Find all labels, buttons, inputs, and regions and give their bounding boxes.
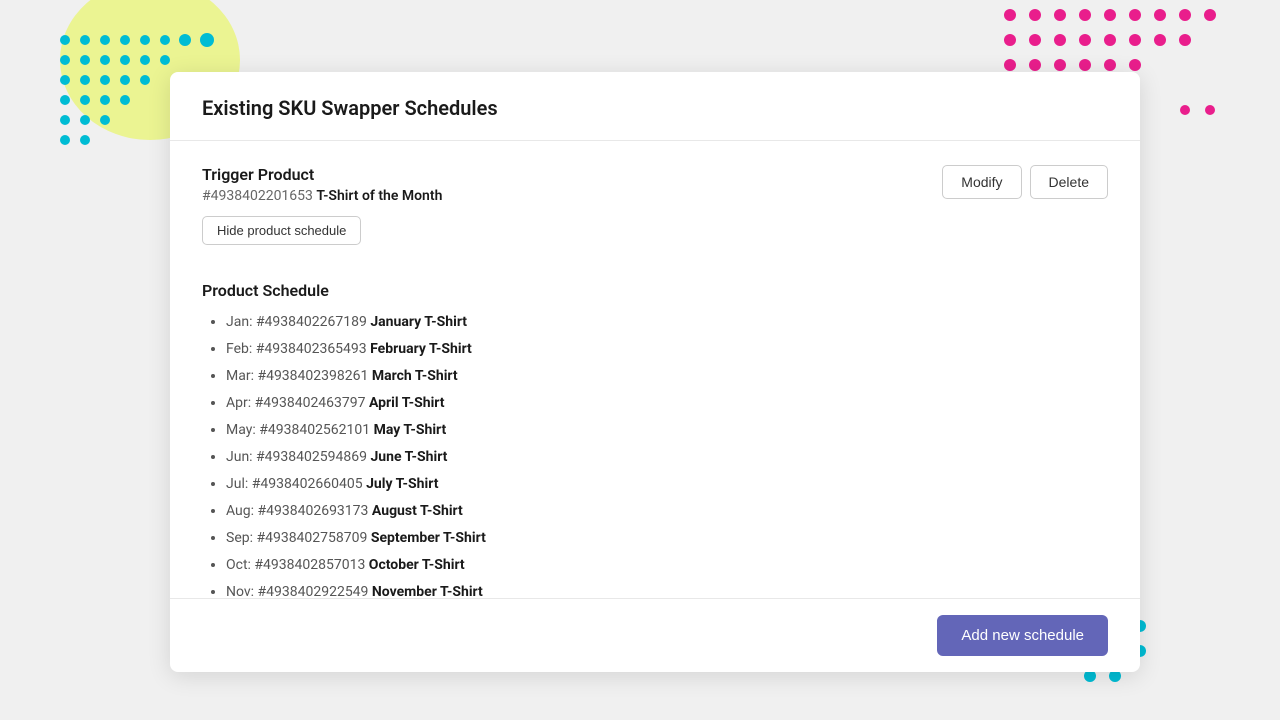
schedule-month: Jul: [226,476,252,492]
schedule-list-item: Nov: #4938402922549 November T-Shirt [226,582,1108,598]
modal-header: Existing SKU Swapper Schedules [170,72,1140,141]
schedule-month: Jun: [226,449,256,465]
schedule-month: Apr: [226,395,255,411]
schedule-list-item: Oct: #4938402857013 October T-Shirt [226,555,1108,576]
schedule-sku-id: #4938402267189 [256,314,370,330]
schedule-product-name: November T-Shirt [372,584,483,598]
schedule-sku-id: #4938402660405 [252,476,366,492]
delete-button[interactable]: Delete [1030,165,1108,199]
schedule-sku-id: #4938402857013 [254,557,368,573]
modal-footer: Add new schedule [170,598,1140,672]
schedule-section-title: Product Schedule [202,281,1108,300]
schedule-sku-id: #4938402398261 [257,368,371,384]
schedule-list-item: Jul: #4938402660405 July T-Shirt [226,474,1108,495]
add-schedule-button[interactable]: Add new schedule [937,615,1108,656]
schedule-list-item: Sep: #4938402758709 September T-Shirt [226,528,1108,549]
schedule-list-item: Jan: #4938402267189 January T-Shirt [226,312,1108,333]
trigger-product-id: #4938402201653 [202,188,313,204]
schedule-month: Nov: [226,584,258,598]
modal-body: Trigger Product #4938402201653 T-Shirt o… [170,141,1140,598]
schedule-sku-id: #4938402922549 [258,584,372,598]
schedule-list-item: Apr: #4938402463797 April T-Shirt [226,393,1108,414]
schedule-month: Oct: [226,557,254,573]
schedule-month: Mar: [226,368,257,384]
hide-schedule-button[interactable]: Hide product schedule [202,216,361,245]
trigger-section: Trigger Product #4938402201653 T-Shirt o… [202,165,1108,265]
trigger-product-name: T-Shirt of the Month [316,188,442,204]
schedule-product-name: March T-Shirt [372,368,458,384]
modify-button[interactable]: Modify [942,165,1021,199]
schedule-month: Feb: [226,341,256,357]
schedule-product-name: July T-Shirt [366,476,438,492]
schedule-list: Jan: #4938402267189 January T-Shirt Feb: … [202,312,1108,598]
schedule-sku-id: #4938402758709 [256,530,370,546]
schedule-product-name: January T-Shirt [370,314,467,330]
schedule-month: Sep: [226,530,256,546]
schedule-month: Jan: [226,314,256,330]
schedule-product-name: April T-Shirt [369,395,445,411]
schedule-sku-id: #4938402562101 [259,422,373,438]
modal-title: Existing SKU Swapper Schedules [202,96,1108,120]
trigger-actions: Modify Delete [942,165,1108,199]
schedule-month: May: [226,422,259,438]
schedule-sku-id: #4938402693173 [258,503,372,519]
main-modal: Existing SKU Swapper Schedules Trigger P… [170,72,1140,672]
schedule-sku-id: #4938402463797 [255,395,369,411]
trigger-left: Trigger Product #4938402201653 T-Shirt o… [202,165,442,265]
schedule-product-name: May T-Shirt [374,422,447,438]
schedule-product-name: June T-Shirt [370,449,447,465]
trigger-product-info: #4938402201653 T-Shirt of the Month [202,188,442,204]
schedule-product-name: August T-Shirt [372,503,463,519]
schedule-list-item: Mar: #4938402398261 March T-Shirt [226,366,1108,387]
schedule-product-name: September T-Shirt [371,530,486,546]
trigger-label: Trigger Product [202,165,442,184]
schedule-list-item: May: #4938402562101 May T-Shirt [226,420,1108,441]
schedule-product-name: February T-Shirt [370,341,472,357]
schedule-list-item: Aug: #4938402693173 August T-Shirt [226,501,1108,522]
schedule-list-item: Jun: #4938402594869 June T-Shirt [226,447,1108,468]
schedule-month: Aug: [226,503,258,519]
schedule-list-item: Feb: #4938402365493 February T-Shirt [226,339,1108,360]
schedule-sku-id: #4938402365493 [256,341,370,357]
schedule-product-name: October T-Shirt [369,557,465,573]
schedule-sku-id: #4938402594869 [256,449,370,465]
